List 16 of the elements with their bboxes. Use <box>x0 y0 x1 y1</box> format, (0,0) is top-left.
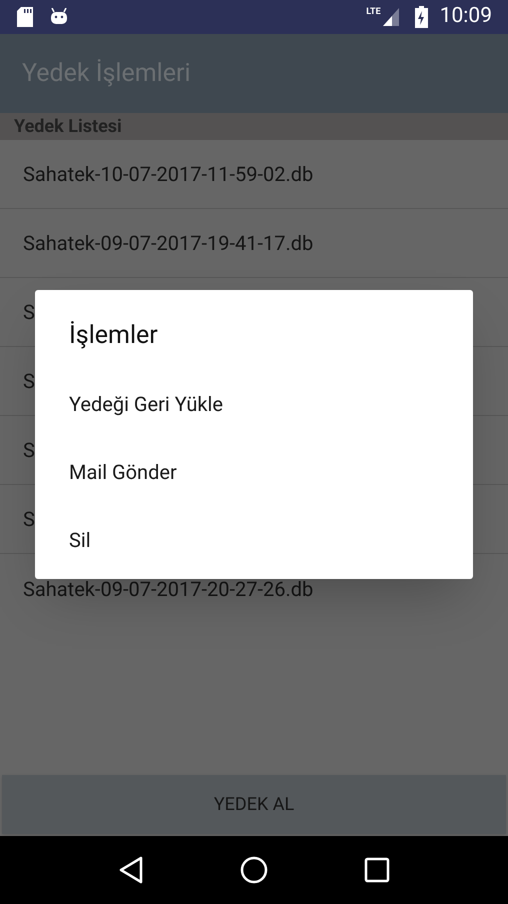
backup-list-item[interactable]: Sahatek-09-07-2017-19-41-17.db <box>0 209 508 278</box>
dialog-option[interactable]: Yedeği Geri Yükle <box>35 370 473 438</box>
network-type: LTE <box>366 8 381 17</box>
recents-icon[interactable] <box>364 857 390 883</box>
clock: 10:09 <box>440 3 492 30</box>
dialog-option[interactable]: Sil <box>35 506 473 574</box>
back-icon[interactable] <box>118 856 144 884</box>
sd-card-icon <box>16 7 34 27</box>
dialog-option[interactable]: Mail Gönder <box>35 438 473 506</box>
android-icon <box>50 8 68 26</box>
backup-list-item[interactable]: Sahatek-10-07-2017-11-59-02.db <box>0 140 508 209</box>
backup-button[interactable]: YEDEK AL <box>2 775 506 834</box>
battery-charging-icon <box>414 6 428 28</box>
dialog-title: İşlemler <box>68 320 159 352</box>
home-icon[interactable] <box>240 856 268 884</box>
signal-icon <box>382 8 399 26</box>
